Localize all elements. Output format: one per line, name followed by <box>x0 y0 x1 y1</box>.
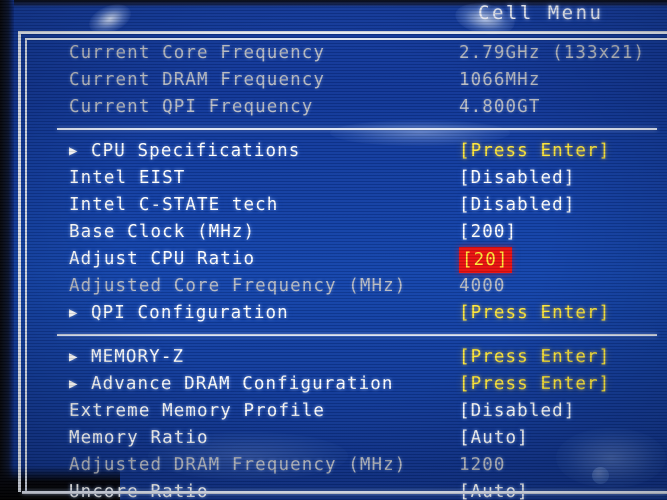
info-row: Current QPI Frequency 4.800GT <box>27 94 667 121</box>
setting-label: Uncore Ratio <box>69 479 209 500</box>
section-separator <box>57 128 657 130</box>
setting-value[interactable]: [200] <box>459 219 517 246</box>
setting-value: 1200 <box>459 455 506 475</box>
setting-value: 1066MHz <box>459 70 541 90</box>
section-memory-settings: ▶ MEMORY-Z [Press Enter] ▶ Advance DRAM Conf… <box>27 344 667 500</box>
setting-label: CPU Specifications <box>91 141 301 161</box>
setting-value[interactable]: [Disabled] <box>459 192 575 219</box>
setting-label: Adjust CPU Ratio <box>69 249 256 269</box>
setting-value[interactable]: [Press Enter] <box>459 138 610 165</box>
setting-row[interactable]: Uncore Ratio [Auto] <box>27 479 667 500</box>
setting-row[interactable]: Intel EIST [Disabled] <box>27 165 667 192</box>
page-title: Cell Menu <box>478 2 604 24</box>
setting-label: Intel EIST <box>69 168 186 188</box>
setting-label: Adjusted Core Frequency (MHz) <box>69 276 407 296</box>
panel-bottom-border <box>22 491 667 494</box>
setting-label: Advance DRAM Configuration <box>91 374 394 394</box>
info-row: Current DRAM Frequency 1066MHz <box>27 67 667 94</box>
setting-row[interactable]: ▶ QPI Configuration [Press Enter] <box>27 300 667 327</box>
submenu-arrow-icon: ▶ <box>69 143 78 159</box>
setting-row[interactable]: Base Clock (MHz) [200] <box>27 219 667 246</box>
setting-row[interactable]: Adjust CPU Ratio [20] <box>27 246 667 273</box>
setting-row[interactable]: ▶ CPU Specifications [Press Enter] <box>27 138 667 165</box>
setting-label: Current DRAM Frequency <box>69 70 325 90</box>
setting-value: 4.800GT <box>459 97 541 117</box>
setting-label: Base Clock (MHz) <box>69 222 256 242</box>
setting-label: QPI Configuration <box>91 303 289 323</box>
setting-value[interactable]: [Auto] <box>459 479 529 500</box>
info-row: Adjusted DRAM Frequency (MHz) 1200 <box>27 452 667 479</box>
setting-value[interactable]: [Press Enter] <box>459 371 610 398</box>
setting-value-selected[interactable]: [20] <box>459 247 512 273</box>
setting-row[interactable]: Extreme Memory Profile [Disabled] <box>27 398 667 425</box>
monitor-bezel-left <box>0 0 14 500</box>
setting-value[interactable]: [Press Enter] <box>459 344 610 371</box>
setting-value: 2.79GHz (133x21) <box>459 43 646 63</box>
setting-label: Intel C-STATE tech <box>69 195 279 215</box>
settings-list: Current Core Frequency 2.79GHz (133x21) Cu… <box>27 40 667 500</box>
section-separator <box>57 334 657 336</box>
submenu-arrow-icon: ▶ <box>69 349 78 365</box>
setting-row[interactable]: ▶ Advance DRAM Configuration [Press Enter] <box>27 371 667 398</box>
info-row: Current Core Frequency 2.79GHz (133x21) <box>27 40 667 67</box>
setting-label: Adjusted DRAM Frequency (MHz) <box>69 455 407 475</box>
bios-screen: Cell Menu Current Core Frequency 2.79GHz … <box>0 0 667 500</box>
setting-row[interactable]: Memory Ratio [Auto] <box>27 425 667 452</box>
setting-value[interactable]: [Press Enter] <box>459 300 610 327</box>
setting-value[interactable]: [Disabled] <box>459 165 575 192</box>
setting-value: 4000 <box>459 276 506 296</box>
setting-label: MEMORY-Z <box>91 347 185 367</box>
section-current-status: Current Core Frequency 2.79GHz (133x21) Cu… <box>27 40 667 121</box>
setting-value[interactable]: [Disabled] <box>459 398 575 425</box>
submenu-arrow-icon: ▶ <box>69 305 78 321</box>
setting-label: Extreme Memory Profile <box>69 401 325 421</box>
cell-menu-panel-inner-border: Current Core Frequency 2.79GHz (133x21) Cu… <box>25 38 667 500</box>
setting-label: Current QPI Frequency <box>69 97 314 117</box>
submenu-arrow-icon: ▶ <box>69 376 78 392</box>
info-row: Adjusted Core Frequency (MHz) 4000 <box>27 273 667 300</box>
setting-label: Memory Ratio <box>69 428 209 448</box>
cell-menu-panel: Current Core Frequency 2.79GHz (133x21) Cu… <box>18 31 667 500</box>
section-cpu-settings: ▶ CPU Specifications [Press Enter] Intel EI… <box>27 138 667 327</box>
setting-row[interactable]: Intel C-STATE tech [Disabled] <box>27 192 667 219</box>
setting-row[interactable]: ▶ MEMORY-Z [Press Enter] <box>27 344 667 371</box>
setting-value[interactable]: [Auto] <box>459 425 529 452</box>
setting-label: Current Core Frequency <box>69 43 325 63</box>
